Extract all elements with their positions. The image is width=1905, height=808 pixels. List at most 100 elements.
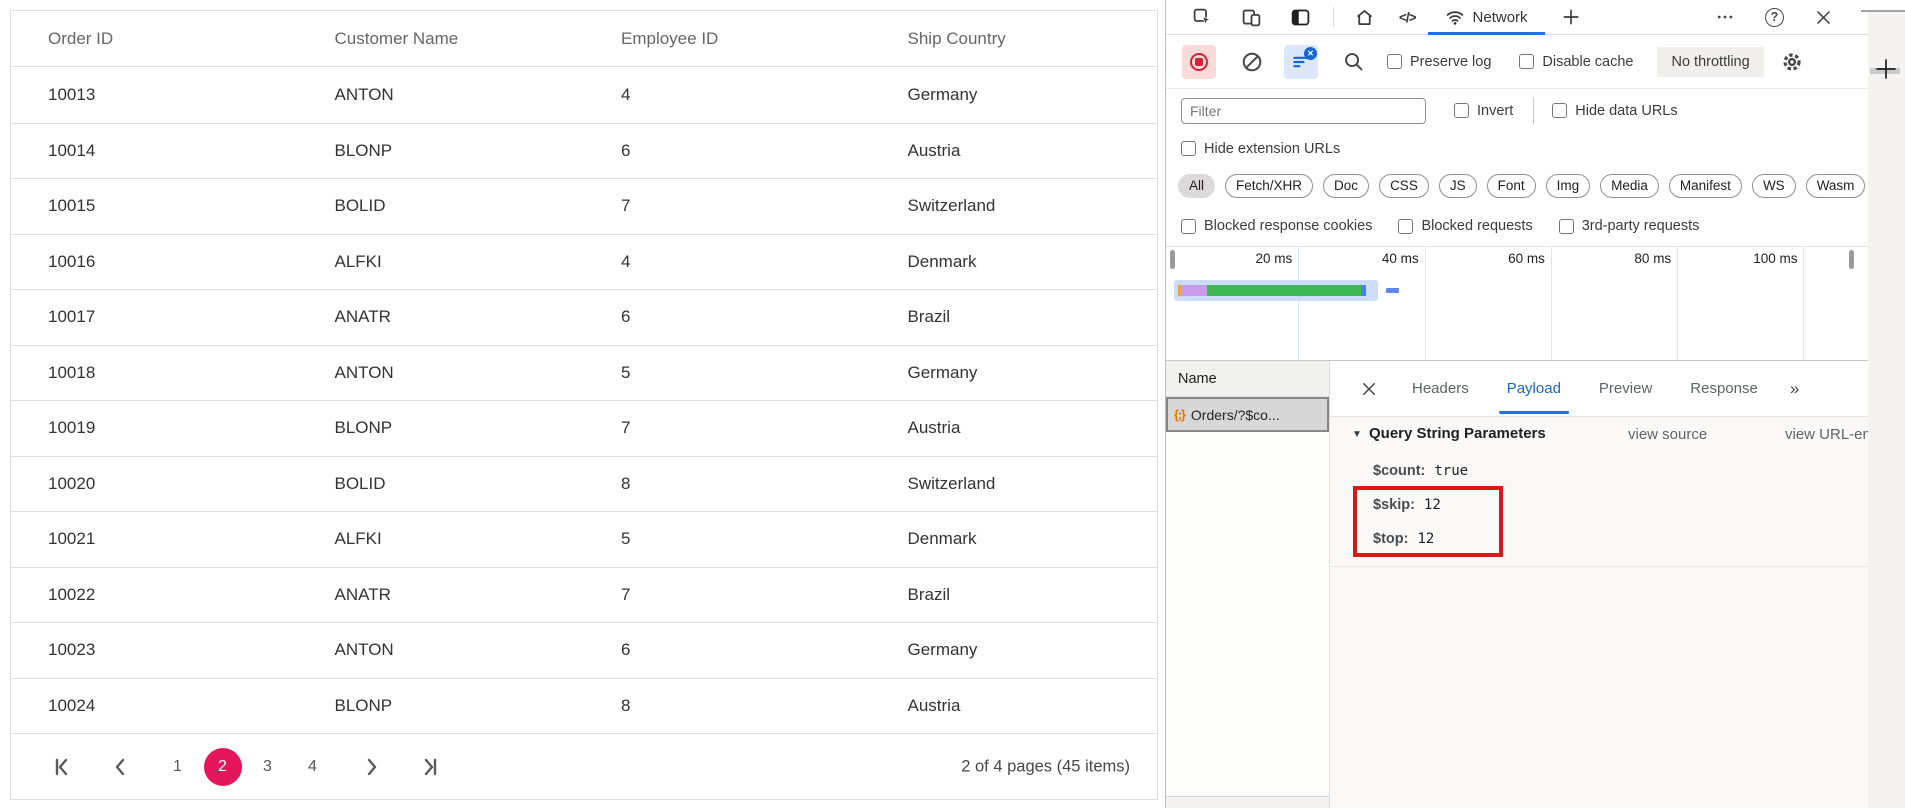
resource-type-chip[interactable]: Wasm bbox=[1806, 174, 1866, 198]
page-number-label: 1 bbox=[173, 758, 182, 776]
hide-extension-urls-label: Hide extension URLs bbox=[1204, 141, 1340, 157]
tab-network[interactable]: Network bbox=[1428, 0, 1545, 35]
cell-customer-name: BLONP bbox=[298, 401, 585, 456]
page-number[interactable]: 2 bbox=[204, 748, 242, 786]
request-row-orders[interactable]: {;} Orders/?$co... bbox=[1166, 397, 1329, 432]
request-waterfall-bar bbox=[1178, 285, 1366, 296]
cell-customer-name: ANTON bbox=[298, 623, 585, 678]
help-icon[interactable]: ? bbox=[1765, 8, 1784, 27]
resource-type-chip[interactable]: Media bbox=[1600, 174, 1659, 198]
tabbar-separator bbox=[1333, 7, 1334, 27]
cell-order-id: 10014 bbox=[11, 124, 298, 179]
filter-toggle-button[interactable]: ✕ bbox=[1284, 45, 1318, 79]
new-tab-plus-icon[interactable] bbox=[1874, 57, 1898, 81]
column-header[interactable]: Customer Name bbox=[298, 11, 585, 66]
cell-customer-name: ALFKI bbox=[298, 512, 585, 567]
column-header[interactable]: Ship Country bbox=[871, 11, 1158, 66]
resource-type-chip[interactable]: Fetch/XHR bbox=[1225, 174, 1313, 198]
view-source-link[interactable]: view source bbox=[1628, 426, 1707, 443]
resource-type-chip-label: All bbox=[1189, 178, 1204, 193]
table-row[interactable]: 10020 BOLID 8 Switzerland bbox=[11, 457, 1157, 513]
request-name-column: Name {;} Orders/?$co... bbox=[1166, 361, 1330, 808]
cell-order-id: 10023 bbox=[11, 623, 298, 678]
blocked-option-checkbox[interactable] bbox=[1398, 219, 1413, 234]
network-settings-gear-icon[interactable] bbox=[1780, 50, 1804, 74]
column-header-label: Order ID bbox=[48, 29, 113, 49]
resource-type-chip[interactable]: Doc bbox=[1323, 174, 1369, 198]
disable-cache-checkbox[interactable] bbox=[1519, 54, 1534, 69]
details-tab[interactable]: Response bbox=[1686, 361, 1762, 416]
hide-extension-urls-checkbox[interactable] bbox=[1181, 141, 1196, 156]
hide-extension-urls-row: Hide extension URLs bbox=[1166, 132, 1905, 165]
resource-type-chip[interactable]: WS bbox=[1752, 174, 1796, 198]
throttling-select[interactable]: No throttling bbox=[1657, 47, 1763, 77]
add-panel-icon[interactable] bbox=[1561, 7, 1581, 27]
close-devtools-icon[interactable] bbox=[1814, 8, 1833, 27]
table-row[interactable]: 10017 ANATR 6 Brazil bbox=[11, 290, 1157, 346]
section-title[interactable]: Query String Parameters bbox=[1369, 425, 1546, 442]
table-row[interactable]: 10023 ANTON 6 Germany bbox=[11, 623, 1157, 679]
search-icon[interactable] bbox=[1342, 50, 1365, 73]
table-row[interactable]: 10022 ANATR 7 Brazil bbox=[11, 568, 1157, 624]
resource-type-chip-label: Img bbox=[1557, 178, 1580, 193]
resource-type-chip[interactable]: CSS bbox=[1379, 174, 1429, 198]
cell-ship-country: Germany bbox=[871, 623, 1158, 678]
last-page-button[interactable] bbox=[418, 755, 442, 779]
column-header[interactable]: Employee ID bbox=[584, 11, 871, 66]
table-row[interactable]: 10014 BLONP 6 Austria bbox=[11, 124, 1157, 180]
details-tab[interactable]: Payload bbox=[1503, 361, 1565, 416]
invert-checkbox[interactable] bbox=[1454, 103, 1469, 118]
close-details-icon[interactable] bbox=[1360, 380, 1378, 398]
previous-page-button[interactable] bbox=[109, 755, 133, 779]
resource-type-chip[interactable]: JS bbox=[1439, 174, 1477, 198]
column-header[interactable]: Order ID bbox=[11, 11, 298, 66]
resource-type-chip-label: CSS bbox=[1390, 178, 1418, 193]
cell-employee-id: 8 bbox=[584, 457, 871, 512]
blocked-option-checkbox[interactable] bbox=[1559, 219, 1574, 234]
resource-type-chip[interactable]: Img bbox=[1546, 174, 1591, 198]
page-number[interactable]: 1 bbox=[155, 748, 200, 786]
details-tab[interactable]: Headers bbox=[1408, 361, 1473, 416]
table-row[interactable]: 10024 BLONP 8 Austria bbox=[11, 679, 1157, 735]
device-toolbar-icon[interactable] bbox=[1241, 7, 1262, 28]
column-header-label: Employee ID bbox=[621, 29, 718, 49]
more-options-icon[interactable] bbox=[1715, 7, 1735, 27]
resource-type-chip[interactable]: Font bbox=[1487, 174, 1536, 198]
filter-input[interactable] bbox=[1181, 98, 1426, 124]
more-tabs-chevron-icon[interactable]: » bbox=[1790, 379, 1799, 399]
resource-type-chip-label: WS bbox=[1763, 178, 1785, 193]
network-overview-timeline[interactable]: 20 ms 40 ms 60 ms 80 ms 100 ms bbox=[1166, 246, 1905, 361]
preserve-log-checkbox[interactable] bbox=[1387, 54, 1402, 69]
timeline-left-handle[interactable] bbox=[1170, 250, 1175, 269]
collapse-triangle-icon[interactable]: ▼ bbox=[1352, 429, 1362, 440]
table-row[interactable]: 10021 ALFKI 5 Denmark bbox=[11, 512, 1157, 568]
page-number[interactable]: 4 bbox=[290, 748, 335, 786]
request-waterfall-selection[interactable] bbox=[1174, 280, 1378, 301]
first-page-button[interactable] bbox=[50, 755, 74, 779]
panel-layout-icon[interactable] bbox=[1290, 7, 1311, 28]
page-number[interactable]: 3 bbox=[245, 748, 290, 786]
clear-network-log-icon[interactable] bbox=[1240, 50, 1264, 74]
record-network-log-button[interactable] bbox=[1182, 45, 1216, 79]
elements-tab-icon[interactable]: </> bbox=[1399, 10, 1416, 25]
resource-type-chip-label: Font bbox=[1498, 178, 1525, 193]
details-tab[interactable]: Preview bbox=[1595, 361, 1656, 416]
blocked-option-checkbox[interactable] bbox=[1181, 219, 1196, 234]
table-row[interactable]: 10016 ALFKI 4 Denmark bbox=[11, 235, 1157, 291]
inspect-element-icon[interactable] bbox=[1192, 7, 1213, 28]
table-row[interactable]: 10015 BOLID 7 Switzerland bbox=[11, 179, 1157, 235]
right-edge-strip bbox=[1868, 12, 1905, 808]
timeline-right-handle[interactable] bbox=[1849, 250, 1854, 269]
resource-type-chip[interactable]: Manifest bbox=[1669, 174, 1742, 198]
table-row[interactable]: 10018 ANTON 5 Germany bbox=[11, 346, 1157, 402]
param-value: 12 bbox=[1417, 531, 1434, 547]
cell-ship-country: Brazil bbox=[871, 568, 1158, 623]
name-column-header[interactable]: Name bbox=[1166, 361, 1329, 397]
table-row[interactable]: 10019 BLONP 7 Austria bbox=[11, 401, 1157, 457]
home-tab-icon[interactable] bbox=[1354, 7, 1375, 28]
next-page-button[interactable] bbox=[359, 755, 383, 779]
hide-data-urls-checkbox[interactable] bbox=[1552, 103, 1567, 118]
resource-type-chip[interactable]: All bbox=[1178, 174, 1215, 198]
table-row[interactable]: 10013 ANTON 4 Germany bbox=[11, 68, 1157, 124]
resource-type-chip-label: Wasm bbox=[1817, 178, 1855, 193]
